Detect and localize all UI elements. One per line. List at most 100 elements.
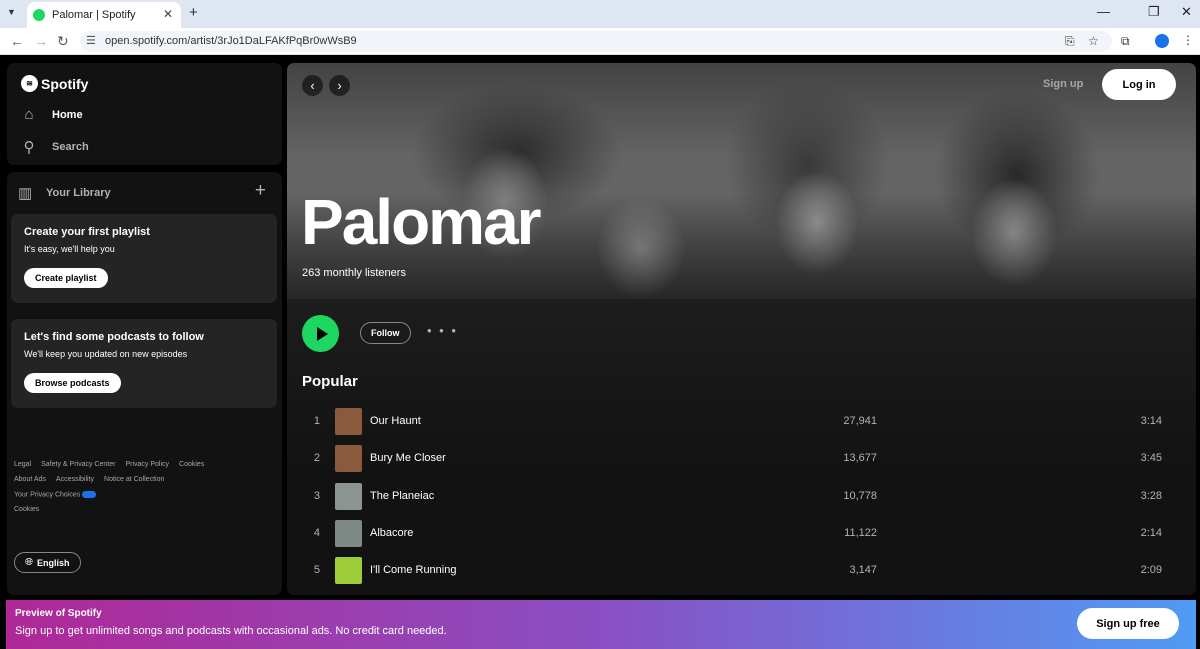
play-button[interactable] bbox=[302, 315, 339, 352]
track-play-count: 3,147 bbox=[849, 564, 877, 576]
bookmark-star-icon[interactable]: ☆ bbox=[1088, 34, 1099, 48]
tab-title: Palomar | Spotify bbox=[52, 9, 136, 21]
privacy-choices-toggle-icon bbox=[82, 491, 97, 498]
track-play-count: 10,778 bbox=[843, 490, 877, 502]
banner-subtitle: Sign up to get unlimited songs and podca… bbox=[15, 625, 447, 637]
spotify-favicon-icon bbox=[33, 9, 45, 21]
sidebar-nav: ≋ Spotify ⌂ Home ⚲ Search bbox=[7, 63, 282, 165]
privacy-choices-label: Your Privacy Choices bbox=[14, 491, 81, 499]
minimize-icon[interactable]: — bbox=[1097, 4, 1110, 19]
artist-content: Follow • • • Popular 1 Our Haunt 27,941 3:1… bbox=[287, 299, 1196, 595]
artist-name: Palomar bbox=[301, 186, 542, 258]
banner-title: Preview of Spotify bbox=[15, 608, 102, 619]
back-chevron-icon[interactable]: ‹ bbox=[302, 75, 323, 96]
profile-avatar-icon[interactable] bbox=[1155, 34, 1169, 48]
footer-link-privacy-choices[interactable]: Your Privacy Choices bbox=[14, 491, 97, 499]
library-icon: ▥ bbox=[18, 185, 33, 202]
footer-link-cookies[interactable]: Cookies bbox=[179, 461, 204, 468]
footer-link-accessibility[interactable]: Accessibility bbox=[56, 476, 94, 483]
podcast-card: Let's find some podcasts to follow We'll… bbox=[11, 319, 277, 408]
tab-close-icon[interactable]: ✕ bbox=[163, 7, 173, 21]
site-info-icon[interactable]: ☰ bbox=[86, 34, 96, 47]
track-title[interactable]: Albacore bbox=[370, 527, 413, 539]
footer-link-about-ads[interactable]: About Ads bbox=[14, 476, 46, 483]
track-duration: 3:14 bbox=[1140, 415, 1162, 427]
restore-icon[interactable]: ❐ bbox=[1148, 4, 1160, 20]
browser-tab-strip: ▼ Palomar | Spotify ✕ + — ❐ ✕ bbox=[0, 0, 1200, 28]
podcast-card-title: Let's find some podcasts to follow bbox=[24, 331, 204, 343]
logo-text: Spotify bbox=[41, 75, 89, 92]
track-duration: 2:14 bbox=[1140, 527, 1162, 539]
podcast-card-subtitle: We'll keep you updated on new episodes bbox=[24, 349, 188, 359]
signup-free-button[interactable]: Sign up free bbox=[1077, 608, 1179, 639]
reload-icon[interactable]: ↻ bbox=[57, 33, 69, 50]
footer-link-cookies-2[interactable]: Cookies bbox=[14, 506, 39, 513]
track-number: 2 bbox=[313, 452, 320, 464]
forward-arrow-icon[interactable]: → bbox=[34, 33, 48, 49]
globe-icon: 🌐︎ bbox=[25, 557, 33, 568]
signup-link[interactable]: Sign up bbox=[1043, 78, 1083, 90]
footer-link-notice[interactable]: Notice at Collection bbox=[104, 476, 164, 483]
browser-tab[interactable]: Palomar | Spotify ✕ bbox=[27, 2, 181, 28]
footer-link-legal[interactable]: Legal bbox=[14, 461, 31, 468]
track-cover-art bbox=[335, 483, 362, 510]
footer-link-privacy-policy[interactable]: Privacy Policy bbox=[125, 461, 169, 468]
url-text: open.spotify.com/artist/3rJo1DaLFAKfPqBr… bbox=[105, 35, 357, 47]
track-cover-art bbox=[335, 408, 362, 435]
browser-menu-icon[interactable]: ⋮ bbox=[1182, 33, 1194, 47]
footer-link-safety[interactable]: Safety & Privacy Center bbox=[41, 461, 115, 468]
back-arrow-icon[interactable]: ← bbox=[10, 33, 24, 49]
library-header[interactable]: ▥ Your Library bbox=[18, 184, 111, 202]
track-title[interactable]: The Planeiac bbox=[370, 490, 434, 502]
track-number: 4 bbox=[313, 527, 320, 539]
track-number: 1 bbox=[313, 415, 320, 427]
follow-button[interactable]: Follow bbox=[360, 322, 411, 344]
new-tab-button[interactable]: + bbox=[189, 4, 198, 21]
popular-heading: Popular bbox=[302, 373, 358, 390]
track-row[interactable]: 4 Albacore 11,122 2:14 bbox=[302, 517, 1182, 551]
track-title[interactable]: Bury Me Closer bbox=[370, 452, 446, 464]
home-label: Home bbox=[52, 108, 83, 121]
spotify-app: ≋ Spotify ⌂ Home ⚲ Search ▥ Your Library… bbox=[0, 56, 1200, 649]
language-button[interactable]: 🌐︎ English bbox=[14, 552, 81, 573]
track-cover-art bbox=[335, 520, 362, 547]
close-window-icon[interactable]: ✕ bbox=[1181, 4, 1192, 20]
install-app-icon[interactable]: ⎘ bbox=[1065, 34, 1075, 49]
track-row[interactable]: 5 I'll Come Running 3,147 2:09 bbox=[302, 554, 1182, 588]
login-button[interactable]: Log in bbox=[1102, 69, 1176, 100]
browse-podcasts-button[interactable]: Browse podcasts bbox=[24, 373, 121, 393]
track-number: 3 bbox=[313, 490, 320, 502]
track-duration: 3:28 bbox=[1140, 490, 1162, 502]
track-row[interactable]: 1 Our Haunt 27,941 3:14 bbox=[302, 405, 1182, 439]
sidebar-item-home[interactable]: ⌂ Home bbox=[21, 106, 83, 123]
tab-search-icon[interactable]: ▼ bbox=[7, 7, 16, 17]
search-icon: ⚲ bbox=[23, 139, 35, 156]
browser-toolbar: ← → ↻ ☰ open.spotify.com/artist/3rJo1DaL… bbox=[0, 28, 1200, 55]
language-label: English bbox=[37, 557, 70, 568]
track-play-count: 13,677 bbox=[843, 452, 877, 464]
track-cover-art bbox=[335, 557, 362, 584]
track-title[interactable]: Our Haunt bbox=[370, 415, 421, 427]
track-title[interactable]: I'll Come Running bbox=[370, 564, 456, 576]
track-row[interactable]: 2 Bury Me Closer 13,677 3:45 bbox=[302, 442, 1182, 476]
create-playlist-plus-icon[interactable]: + bbox=[255, 180, 266, 202]
address-bar[interactable]: ☰ open.spotify.com/artist/3rJo1DaLFAKfPq… bbox=[80, 31, 1112, 52]
extensions-icon[interactable]: ⧉ bbox=[1121, 34, 1130, 49]
create-playlist-card: Create your first playlist It's easy, we… bbox=[11, 214, 277, 303]
track-row[interactable]: 3 The Planeiac 10,778 3:28 bbox=[302, 480, 1182, 514]
preview-banner[interactable]: Preview of Spotify Sign up to get unlimi… bbox=[6, 600, 1196, 649]
track-duration: 2:09 bbox=[1140, 564, 1162, 576]
track-cover-art bbox=[335, 445, 362, 472]
monthly-listeners: 263 monthly listeners bbox=[302, 267, 406, 279]
playlist-card-title: Create your first playlist bbox=[24, 226, 150, 238]
more-options-icon[interactable]: • • • bbox=[427, 323, 458, 338]
track-number: 5 bbox=[313, 564, 320, 576]
forward-chevron-icon[interactable]: › bbox=[329, 75, 350, 96]
spotify-logo[interactable]: ≋ Spotify bbox=[21, 75, 88, 92]
sidebar-item-search[interactable]: ⚲ Search bbox=[21, 138, 89, 156]
search-label: Search bbox=[52, 141, 89, 153]
main-view: ‹ › Sign up Log in Palomar 263 monthly l… bbox=[287, 63, 1196, 595]
create-playlist-button[interactable]: Create playlist bbox=[24, 268, 108, 288]
hero-overlay bbox=[287, 63, 1196, 299]
track-play-count: 27,941 bbox=[843, 415, 877, 427]
